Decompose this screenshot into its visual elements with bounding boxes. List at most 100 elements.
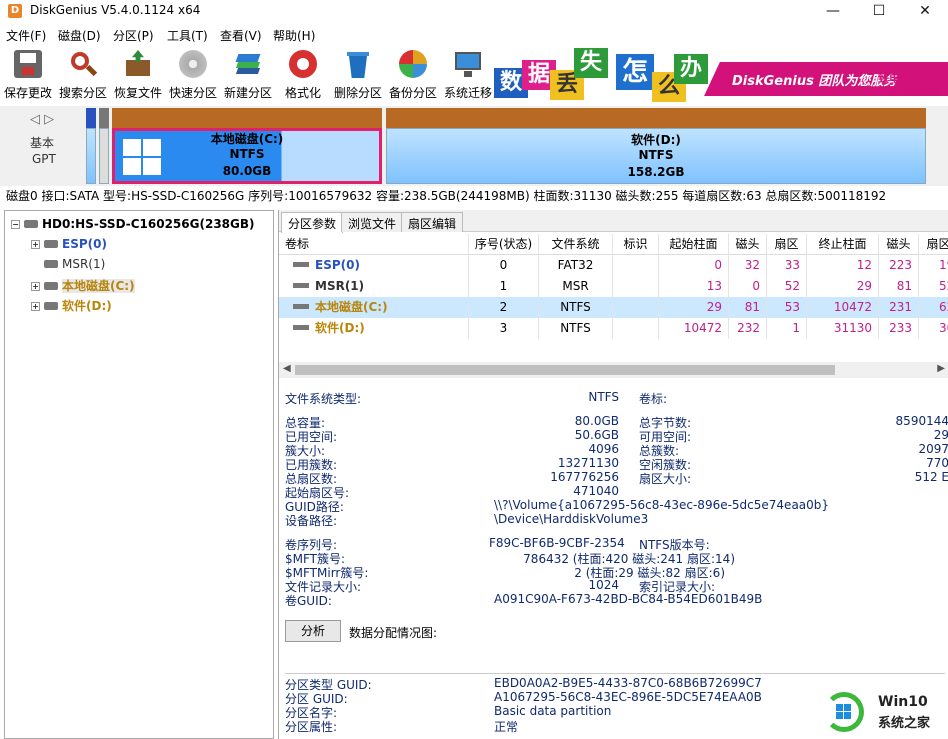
tool-label: 新建分区: [223, 86, 272, 100]
backup-partition-button[interactable]: 备份分区: [387, 50, 439, 100]
lifebuoy-icon: [289, 50, 317, 78]
disk-tree-panel: − HD0:HS-SSD-C160256G(238GB) + ESP(0) MSR(…: [4, 210, 274, 739]
row-name: 软件(D:): [315, 321, 365, 335]
col-header[interactable]: 磁头: [729, 234, 767, 255]
analyze-button[interactable]: 分析: [285, 620, 341, 642]
tree-item-c[interactable]: + 本地磁盘(C:): [31, 277, 135, 294]
cell: [613, 255, 659, 276]
search-partition-button[interactable]: 搜索分区: [57, 50, 109, 100]
menu-view[interactable]: 查看(V): [220, 27, 262, 44]
save-icon: [14, 50, 42, 78]
tree-item-label: 软件(D:): [62, 299, 112, 313]
close-button[interactable]: ✕: [902, 0, 948, 22]
detail-value: 4096: [588, 442, 619, 456]
table-row[interactable]: MSR(1) 1 MSR 13 0 52 29 81 52: [279, 276, 948, 297]
horizontal-scrollbar[interactable]: ◀ ▶: [279, 362, 948, 378]
tab-browse-files[interactable]: 浏览文件: [341, 212, 404, 232]
col-header[interactable]: 磁头: [879, 234, 919, 255]
menu-bar: 文件(F) 磁盘(D) 分区(P) 工具(T) 查看(V) 帮助(H): [0, 24, 948, 44]
partition-d-size: 158.2GB: [627, 165, 685, 179]
partition-bar-msr[interactable]: [99, 108, 109, 184]
tool-label: 恢复文件: [113, 86, 162, 100]
detail-value: F89C-BF6B-9CBF-2354: [489, 536, 625, 550]
menu-disk[interactable]: 磁盘(D): [58, 27, 101, 44]
disk-nav-arrows[interactable]: ◁ ▷: [30, 112, 54, 127]
expand-icon[interactable]: +: [31, 240, 40, 249]
tab-partition-params[interactable]: 分区参数: [281, 212, 344, 233]
delete-partition-button[interactable]: 删除分区: [332, 50, 384, 100]
tree-disk-label: HD0:HS-SSD-C160256G(238GB): [42, 217, 255, 231]
detail-label: 分区属性:: [285, 720, 338, 734]
partition-d-fs: NTFS: [638, 148, 674, 162]
col-header[interactable]: 起始柱面: [659, 234, 729, 255]
cell: 19: [939, 255, 948, 276]
partition-bar-c[interactable]: 本地磁盘(C:) NTFS 80.0GB: [112, 108, 382, 184]
menu-tools[interactable]: 工具(T): [167, 27, 208, 44]
col-header[interactable]: 扇区: [919, 234, 948, 255]
partition-icon: [293, 325, 309, 330]
new-partition-button[interactable]: 新建分区: [222, 50, 274, 100]
tool-label: 删除分区: [333, 86, 382, 100]
cell: 13: [659, 276, 729, 297]
collapse-icon[interactable]: −: [11, 220, 20, 229]
menu-help[interactable]: 帮助(H): [273, 27, 315, 44]
cell: 233: [879, 318, 919, 339]
layers-icon: [234, 50, 262, 78]
tree-item-label: MSR(1): [62, 257, 106, 271]
tab-sector-edit[interactable]: 扇区编辑: [401, 212, 464, 232]
window-title: DiskGenius V5.4.0.1124 x64: [30, 3, 201, 17]
menu-file[interactable]: 文件(F): [6, 27, 46, 44]
col-header[interactable]: 文件系统: [539, 234, 613, 255]
cell: 12: [807, 255, 879, 276]
tree-item-esp[interactable]: + ESP(0): [31, 237, 107, 251]
allocation-map-label: 数据分配情况图:: [349, 626, 438, 640]
col-header[interactable]: 卷标: [279, 234, 469, 255]
table-row-selected[interactable]: 本地磁盘(C:) 2 NTFS 29 81 53 10472 231 62: [279, 297, 948, 318]
app-logo-icon: D: [8, 4, 22, 18]
expand-icon[interactable]: +: [31, 302, 40, 311]
cell: NTFS: [539, 318, 613, 339]
system-migration-button[interactable]: 系统迁移: [442, 50, 494, 100]
partition-bar-esp[interactable]: [86, 108, 96, 184]
partition-icon: [44, 282, 58, 290]
row-name-cell: MSR(1): [279, 276, 469, 297]
row-name-cell: 软件(D:): [279, 318, 469, 339]
format-button[interactable]: 格式化: [277, 50, 329, 100]
detail-value: 13271130: [557, 456, 619, 470]
col-header[interactable]: 标识: [613, 234, 659, 255]
search-icon: [69, 50, 98, 78]
maximize-button[interactable]: ☐: [856, 0, 902, 22]
partition-icon: [44, 260, 58, 268]
cell: [613, 276, 659, 297]
scroll-right-icon[interactable]: ▶: [937, 363, 945, 374]
detail-value: A1067295-56C8-43EC-896E-5DC5E74EAA0B: [494, 690, 762, 704]
scroll-left-icon[interactable]: ◀: [283, 363, 291, 374]
partition-bar-d[interactable]: 软件(D:) NTFS 158.2GB: [386, 108, 926, 184]
quick-partition-button[interactable]: 快速分区: [167, 50, 219, 100]
expand-icon[interactable]: +: [31, 282, 40, 291]
table-header: 卷标 序号(状态) 文件系统 标识 起始柱面 磁头 扇区 终止柱面 磁头 扇区: [279, 234, 948, 255]
table-row[interactable]: ESP(0) 0 FAT32 0 32 33 12 223 19: [279, 255, 948, 276]
recover-files-button[interactable]: 恢复文件: [112, 50, 164, 100]
col-header[interactable]: 序号(状态): [469, 234, 539, 255]
scrollbar-thumb[interactable]: [295, 365, 835, 375]
advertisement-banner[interactable]: 数 据 丢 失 怎 么 办 DiskGenius 团队为您服务 致电：400-0…: [494, 46, 948, 102]
monitor-icon: [454, 50, 482, 78]
partition-c-size: 80.0GB: [222, 164, 272, 178]
banner-link[interactable]: 或点击此处进: [886, 84, 940, 97]
detail-value: 8590144: [895, 414, 948, 428]
save-changes-button[interactable]: 保存更改: [2, 50, 54, 100]
tree-item-d[interactable]: + 软件(D:): [31, 297, 112, 314]
pie-icon: [399, 50, 427, 78]
col-header[interactable]: 扇区: [767, 234, 807, 255]
cell: [613, 318, 659, 339]
table-row[interactable]: 软件(D:) 3 NTFS 10472 232 1 31130 233 30: [279, 318, 948, 339]
tree-disk-node[interactable]: − HD0:HS-SSD-C160256G(238GB): [11, 217, 255, 231]
watermark-text: Win10: [878, 694, 928, 710]
partition-detail-panel: 分区参数 浏览文件 扇区编辑 卷标 序号(状态) 文件系统 标识 起始柱面 磁头…: [278, 210, 948, 739]
minimize-button[interactable]: —: [810, 0, 856, 22]
tree-item-msr[interactable]: MSR(1): [44, 257, 105, 271]
detail-value: \\?\Volume{a1067295-56c8-43ec-896e-5dc5e…: [494, 498, 830, 512]
menu-partition[interactable]: 分区(P): [113, 27, 154, 44]
col-header[interactable]: 终止柱面: [807, 234, 879, 255]
